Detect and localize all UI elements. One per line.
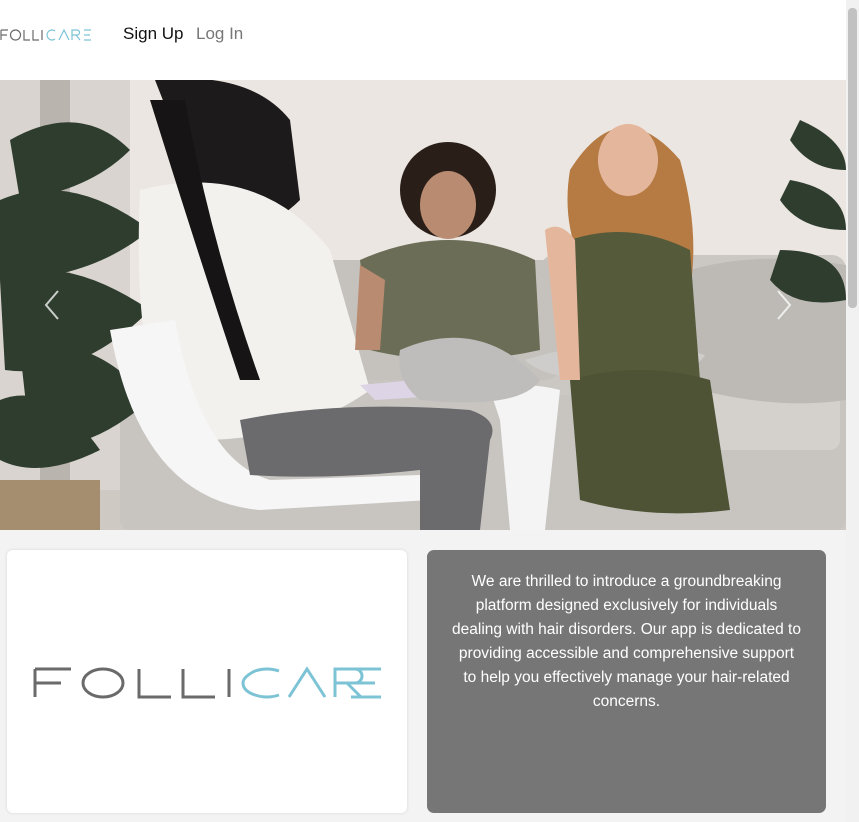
hero-carousel bbox=[0, 80, 846, 530]
intro-text-card: We are thrilled to introduce a groundbre… bbox=[427, 550, 826, 813]
page-scrollbar[interactable] bbox=[846, 0, 859, 822]
intro-paragraph: We are thrilled to introduce a groundbre… bbox=[452, 573, 801, 710]
carousel-next-icon[interactable] bbox=[768, 285, 798, 325]
signup-link[interactable]: Sign Up bbox=[123, 24, 183, 44]
nav-brand-logo[interactable] bbox=[0, 27, 100, 43]
intro-section: We are thrilled to introduce a groundbre… bbox=[0, 530, 846, 822]
carousel-prev-icon[interactable] bbox=[38, 285, 68, 325]
hero-photo bbox=[0, 80, 846, 530]
login-link[interactable]: Log In bbox=[196, 24, 243, 44]
folicare-logo bbox=[33, 666, 381, 699]
logo-card bbox=[7, 550, 407, 813]
top-navbar: Sign Up Log In bbox=[0, 0, 846, 80]
scrollbar-thumb[interactable] bbox=[848, 8, 857, 308]
